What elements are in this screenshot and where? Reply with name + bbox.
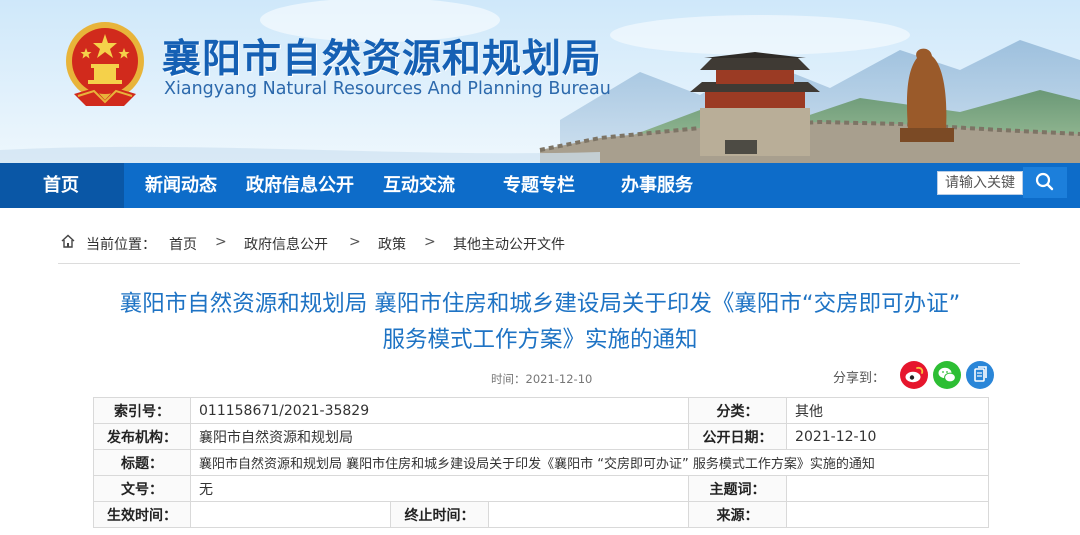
publish-date-value: 2021-12-10	[786, 423, 990, 450]
search-icon	[1035, 172, 1054, 191]
breadcrumb-item-other-docs[interactable]: 其他主动公开文件	[453, 234, 565, 254]
nav-item-news[interactable]: 新闻动态	[145, 163, 217, 208]
effective-date-value	[190, 501, 391, 528]
table-row: 发布机构： 襄阳市自然资源和规划局 公开日期： 2021-12-10	[93, 423, 990, 450]
source-label: 来源：	[688, 501, 788, 528]
category-label: 分类：	[688, 397, 788, 424]
keywords-value	[786, 475, 990, 502]
share-label: 分享到：	[833, 371, 886, 386]
document-meta-table: 索引号： 011158671/2021-35829 分类： 其他 发布机构： 襄…	[93, 397, 990, 528]
article-title: 襄阳市自然资源和规划局 襄阳市住房和城乡建设局关于印发《襄阳市“交房即可办证” …	[60, 286, 1020, 358]
search-input[interactable]: 请输入关键	[937, 171, 1023, 195]
site-subtitle: Xiangyang Natural Resources And Planning…	[164, 79, 611, 99]
table-row: 标题： 襄阳市自然资源和规划局 襄阳市住房和城乡建设局关于印发《襄阳市 “交房即…	[93, 449, 990, 476]
breadcrumb-separator: >	[424, 234, 436, 250]
copy-share-button[interactable]	[966, 361, 994, 389]
doc-number-value: 无	[189, 475, 690, 502]
breadcrumb-prefix: 当前位置：	[86, 237, 156, 253]
breadcrumb-item-policy[interactable]: 政策	[378, 234, 406, 254]
publish-date-label: 公开日期：	[688, 423, 788, 450]
title-label: 标题：	[93, 449, 191, 476]
publisher-value: 襄阳市自然资源和规划局	[189, 423, 690, 450]
nav-item-interaction[interactable]: 互动交流	[383, 163, 455, 208]
source-value	[786, 501, 990, 528]
table-row: 索引号： 011158671/2021-35829 分类： 其他	[93, 397, 990, 424]
home-icon	[61, 234, 75, 248]
category-value: 其他	[786, 397, 990, 424]
doc-number-label: 文号：	[93, 475, 191, 502]
share-copy-icon	[974, 366, 987, 382]
article-title-line2: 服务模式工作方案》实施的通知	[382, 327, 698, 353]
breadcrumb-separator: >	[215, 234, 227, 250]
keywords-label: 主题词：	[688, 475, 788, 502]
site-title: 襄阳市自然资源和规划局	[162, 37, 603, 82]
effective-date-label: 生效时间：	[93, 501, 191, 528]
weibo-icon	[905, 366, 924, 383]
breadcrumb-item-home[interactable]: 首页	[169, 234, 197, 254]
weibo-share-button[interactable]	[900, 361, 928, 389]
national-emblem-icon	[66, 22, 144, 106]
table-row: 生效时间： 终止时间： 来源：	[93, 501, 990, 528]
site-banner: 襄阳市自然资源和规划局 Xiangyang Natural Resources …	[0, 0, 1080, 163]
breadcrumb-item-gov-info[interactable]: 政府信息公开	[244, 234, 328, 254]
main-nav: 首页 新闻动态 政府信息公开 互动交流 专题专栏 办事服务	[0, 163, 1080, 208]
nav-item-gov-info[interactable]: 政府信息公开	[246, 163, 354, 208]
index-number-value: 011158671/2021-35829	[189, 397, 690, 424]
nav-item-home[interactable]: 首页	[43, 163, 79, 208]
index-number-label: 索引号：	[93, 397, 191, 424]
search-button[interactable]	[1023, 167, 1067, 198]
table-row: 文号： 无 主题词：	[93, 475, 990, 502]
article-title-line1: 襄阳市自然资源和规划局 襄阳市住房和城乡建设局关于印发《襄阳市“交房即可办证”	[119, 291, 961, 317]
wechat-share-button[interactable]	[933, 361, 961, 389]
wechat-icon	[938, 367, 956, 383]
publish-date: 时间：2021-12-10	[491, 372, 593, 386]
publisher-label: 发布机构：	[93, 423, 191, 450]
end-date-value	[487, 501, 690, 528]
divider	[58, 263, 1020, 264]
end-date-label: 终止时间：	[390, 501, 489, 528]
nav-item-services[interactable]: 办事服务	[621, 163, 693, 208]
title-value: 襄阳市自然资源和规划局 襄阳市住房和城乡建设局关于印发《襄阳市 “交房即可办证”…	[189, 449, 990, 476]
breadcrumb-separator: >	[349, 234, 361, 250]
nav-item-special[interactable]: 专题专栏	[503, 163, 575, 208]
